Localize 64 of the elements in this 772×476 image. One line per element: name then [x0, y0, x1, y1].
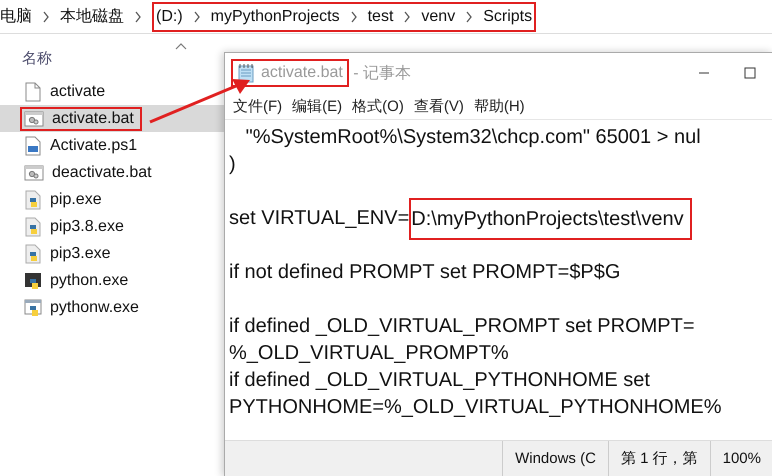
window-title: - 记事本 [352, 64, 412, 84]
menu-item[interactable]: 查看(V) [414, 96, 464, 116]
file-name: activate [50, 82, 106, 100]
chevron-icon [134, 10, 142, 22]
script-file-icon [24, 136, 42, 156]
breadcrumb-item[interactable]: myPythonProjects [210, 8, 340, 26]
menu-item[interactable]: 格式(O) [352, 96, 404, 116]
file-name: pip3.8.exe [50, 218, 124, 236]
file-name: python.exe [50, 272, 128, 290]
menu-item[interactable]: 编辑(E) [292, 96, 342, 116]
chevron-icon [42, 10, 50, 22]
window-title: activate.bat [261, 64, 343, 82]
breadcrumb-item[interactable]: venv [421, 8, 456, 26]
status-text: Windows (C [503, 441, 609, 476]
column-header[interactable]: 名称 [22, 48, 52, 68]
gears-file-icon [24, 110, 44, 128]
file-row[interactable]: python.exe [0, 267, 225, 294]
file-icon [24, 82, 42, 102]
code-line: set VIRTUAL_ENV= [229, 206, 410, 231]
file-row[interactable]: activate.bat [0, 105, 225, 132]
breadcrumb-item[interactable]: test [368, 8, 394, 26]
breadcrumb-item[interactable]: 电脑 [0, 6, 32, 27]
file-row[interactable]: deactivate.bat [0, 159, 225, 186]
sort-caret-icon [175, 43, 187, 50]
breadcrumb-item[interactable]: Scripts [483, 8, 532, 26]
file-row[interactable]: pip3.8.exe [0, 213, 225, 240]
breadcrumb-item[interactable]: 本地磁盘 [60, 6, 124, 27]
file-name: pythonw.exe [50, 298, 139, 316]
file-name: deactivate.bat [52, 164, 152, 182]
code-line: if defined _OLD_VIRTUAL_PROMPT set PROMPT= [229, 314, 695, 339]
maximize-icon [744, 67, 756, 79]
chevron-icon [403, 10, 412, 22]
code-line: ) [229, 152, 236, 177]
python-file-icon [24, 244, 42, 264]
chevron-icon [350, 10, 358, 22]
notepad-icon [237, 63, 255, 83]
file-name: activate.bat [52, 110, 134, 128]
file-name: pip.exe [50, 190, 102, 208]
file-row[interactable]: activate [0, 78, 225, 105]
file-row[interactable]: pip.exe [0, 186, 225, 213]
gears-file-icon [24, 164, 44, 182]
code-line: %_OLD_VIRTUAL_PROMPT% [229, 341, 509, 366]
python-file-icon [24, 190, 42, 210]
file-row[interactable]: pip3.exe [0, 240, 225, 267]
chevron-icon [192, 10, 201, 22]
status-text: 第 1 行，第 [608, 441, 711, 476]
code-line: PYTHONHOME=%_OLD_VIRTUAL_PYTHONHOME% [229, 395, 722, 420]
menu-item[interactable]: 帮助(H) [474, 96, 525, 116]
menu-item[interactable]: 文件(F) [233, 96, 282, 116]
file-row[interactable]: Activate.ps1 [0, 132, 225, 159]
chevron-icon [465, 10, 474, 22]
file-name: Activate.ps1 [50, 136, 138, 154]
code-line: "%SystemRoot%\System32\chcp.com" 65001 > nul [244, 125, 701, 150]
python-console-icon [24, 270, 42, 290]
python-file-icon [24, 216, 42, 236]
code-line: if defined _OLD_VIRTUAL_PYTHONHOME set [229, 368, 650, 393]
file-name: pip3.exe [50, 244, 110, 262]
code-line: if not defined PROMPT set PROMPT=$P$G [229, 260, 620, 285]
highlighted-path: D:\myPythonProjects\test\venv [409, 198, 692, 240]
python-window-icon [24, 298, 42, 318]
file-row[interactable]: pythonw.exe [0, 294, 225, 321]
address-bar[interactable]: 电脑 本地磁盘 (D:) myPythonProjects test venv Scripts [0, 0, 772, 34]
breadcrumb-item[interactable]: (D:) [156, 8, 183, 26]
status-text: 100% [722, 449, 762, 469]
